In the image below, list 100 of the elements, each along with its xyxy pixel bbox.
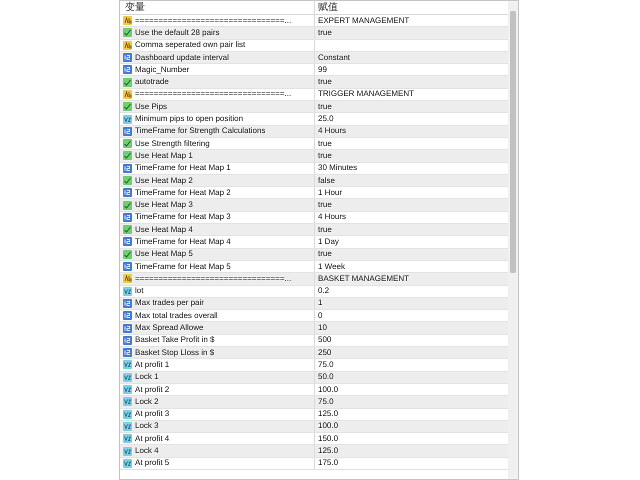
decimal-type-icon bbox=[123, 372, 132, 382]
parameter-value[interactable]: 1 Hour bbox=[318, 188, 342, 198]
parameter-value[interactable]: true bbox=[318, 102, 332, 112]
parameter-value[interactable]: 10 bbox=[318, 323, 327, 334]
parameter-name: Lock 2 bbox=[135, 396, 159, 407]
text-type-icon bbox=[123, 90, 132, 99]
parameter-value[interactable]: 75.0 bbox=[318, 396, 334, 407]
parameter-value[interactable]: 0 bbox=[318, 310, 322, 321]
parameter-value[interactable]: 75.0 bbox=[318, 360, 334, 370]
parameter-name: Use Pips bbox=[135, 102, 168, 112]
parameter-value[interactable]: 125.0 bbox=[318, 409, 338, 420]
parameter-name: At profit 2 bbox=[135, 384, 170, 395]
parameter-name: TimeFrame for Strength Calculations bbox=[135, 126, 266, 136]
column-header[interactable]: 变量 bbox=[120, 1, 315, 14]
parameter-value[interactable]: 100.0 bbox=[318, 421, 338, 432]
parameter-value[interactable]: 50.0 bbox=[318, 372, 334, 382]
checkmark-icon bbox=[123, 250, 132, 259]
parameter-value[interactable]: 0.2 bbox=[318, 286, 330, 296]
parameter-name: TimeFrame for Heat Map 5 bbox=[135, 262, 231, 272]
decimal-type-icon bbox=[123, 397, 132, 406]
checkmark-icon bbox=[123, 200, 132, 210]
checkmark-icon bbox=[123, 176, 132, 185]
parameter-name: At profit 1 bbox=[135, 360, 170, 370]
parameter-name: ================================... bbox=[135, 89, 292, 100]
parameter-name: Use Strength filtering bbox=[135, 138, 210, 149]
parameter-value[interactable]: EXPERT MANAGEMENT bbox=[318, 16, 410, 26]
decimal-type-icon bbox=[123, 458, 132, 468]
checkmark-icon bbox=[123, 139, 132, 148]
parameter-value[interactable]: true bbox=[318, 138, 332, 149]
parameter-name: Lock 3 bbox=[135, 421, 159, 432]
parameter-name: Magic_Number bbox=[135, 64, 190, 75]
decimal-type-icon bbox=[123, 360, 132, 370]
parameter-value[interactable]: false bbox=[318, 176, 335, 186]
parameter-name: Use Heat Map 1 bbox=[135, 150, 193, 161]
parameter-value[interactable]: true bbox=[318, 28, 332, 38]
parameter-name: Dashboard update interval bbox=[135, 52, 229, 63]
parameter-value[interactable]: 150.0 bbox=[318, 434, 338, 444]
parameter-name: TimeFrame for Heat Map 2 bbox=[135, 188, 231, 198]
parameter-name: At profit 3 bbox=[135, 409, 170, 420]
parameter-value[interactable]: 1 Day bbox=[318, 236, 339, 247]
parameter-name: lot bbox=[135, 286, 144, 296]
parameter-name: autotrade bbox=[135, 77, 169, 88]
decimal-type-icon bbox=[123, 422, 132, 431]
text-type-icon bbox=[123, 16, 132, 26]
parameter-name: TimeFrame for Heat Map 4 bbox=[135, 236, 231, 247]
parameter-value[interactable]: true bbox=[318, 249, 332, 260]
column-header[interactable]: 赋值 bbox=[315, 1, 508, 14]
integer-type-icon bbox=[123, 324, 132, 333]
parameter-value[interactable]: true bbox=[318, 224, 332, 235]
parameter-name: Use Heat Map 4 bbox=[135, 224, 193, 235]
parameter-name: At profit 5 bbox=[135, 458, 170, 468]
scrollbar-thumb[interactable] bbox=[510, 11, 516, 273]
parameter-value[interactable]: 100.0 bbox=[318, 384, 338, 395]
parameter-value[interactable]: 250 bbox=[318, 348, 332, 358]
parameter-name: Max total trades overall bbox=[135, 310, 218, 321]
checkmark-icon bbox=[123, 102, 132, 112]
decimal-type-icon bbox=[123, 286, 132, 296]
parameter-value[interactable]: 1 Week bbox=[318, 262, 345, 272]
parameter-name: ================================... bbox=[135, 274, 292, 284]
decimal-type-icon bbox=[123, 434, 132, 444]
parameter-value[interactable]: Constant bbox=[318, 52, 350, 63]
parameter-value[interactable]: 25.0 bbox=[318, 114, 334, 124]
checkmark-icon bbox=[123, 151, 132, 160]
parameter-name: Max trades per pair bbox=[135, 298, 204, 308]
parameter-value[interactable]: 4 Hours bbox=[318, 212, 346, 222]
parameter-value[interactable]: 125.0 bbox=[318, 446, 338, 456]
parameter-name: Use Heat Map 3 bbox=[135, 200, 193, 210]
parameter-value[interactable]: 30 Minutes bbox=[318, 163, 358, 174]
parameter-name: Comma seperated own pair list bbox=[135, 40, 246, 50]
parameter-name: Use the default 28 pairs bbox=[135, 28, 220, 38]
parameter-value[interactable]: 1 bbox=[318, 298, 322, 308]
parameter-name: Use Heat Map 2 bbox=[135, 176, 193, 186]
parameter-value[interactable]: 175.0 bbox=[318, 458, 338, 468]
parameter-value[interactable]: BASKET MANAGEMENT bbox=[318, 274, 409, 284]
parameter-value[interactable]: true bbox=[318, 77, 332, 88]
parameter-name: Basket Stop Lloss in $ bbox=[135, 348, 214, 358]
decimal-type-icon bbox=[123, 410, 132, 419]
parameter-name: Use Heat Map 5 bbox=[135, 249, 193, 260]
parameter-value[interactable]: 500 bbox=[318, 335, 332, 346]
parameter-name: Max Spread Allowe bbox=[135, 323, 204, 334]
parameter-name: Lock 1 bbox=[135, 372, 159, 382]
parameter-value[interactable]: true bbox=[318, 150, 332, 161]
scrollbar[interactable] bbox=[508, 1, 518, 479]
decimal-type-icon bbox=[123, 385, 132, 394]
parameter-value[interactable]: TRIGGER MANAGEMENT bbox=[318, 89, 414, 100]
parameter-name: TimeFrame for Heat Map 1 bbox=[135, 163, 231, 174]
checkmark-icon bbox=[123, 225, 132, 234]
parameter-name: At profit 4 bbox=[135, 434, 170, 444]
parameter-name: ================================... bbox=[135, 16, 292, 26]
text-type-icon bbox=[123, 274, 132, 284]
parameter-value[interactable]: 4 Hours bbox=[318, 126, 346, 136]
checkmark-icon bbox=[123, 28, 132, 38]
checkmark-icon bbox=[123, 78, 132, 87]
parameter-name: TimeFrame for Heat Map 3 bbox=[135, 212, 231, 222]
parameter-value[interactable]: true bbox=[318, 200, 332, 210]
decimal-type-icon bbox=[123, 114, 132, 124]
text-type-icon bbox=[123, 40, 132, 50]
parameter-value[interactable]: 99 bbox=[318, 64, 327, 75]
decimal-type-icon bbox=[123, 446, 132, 456]
parameter-name: Lock 4 bbox=[135, 446, 159, 456]
